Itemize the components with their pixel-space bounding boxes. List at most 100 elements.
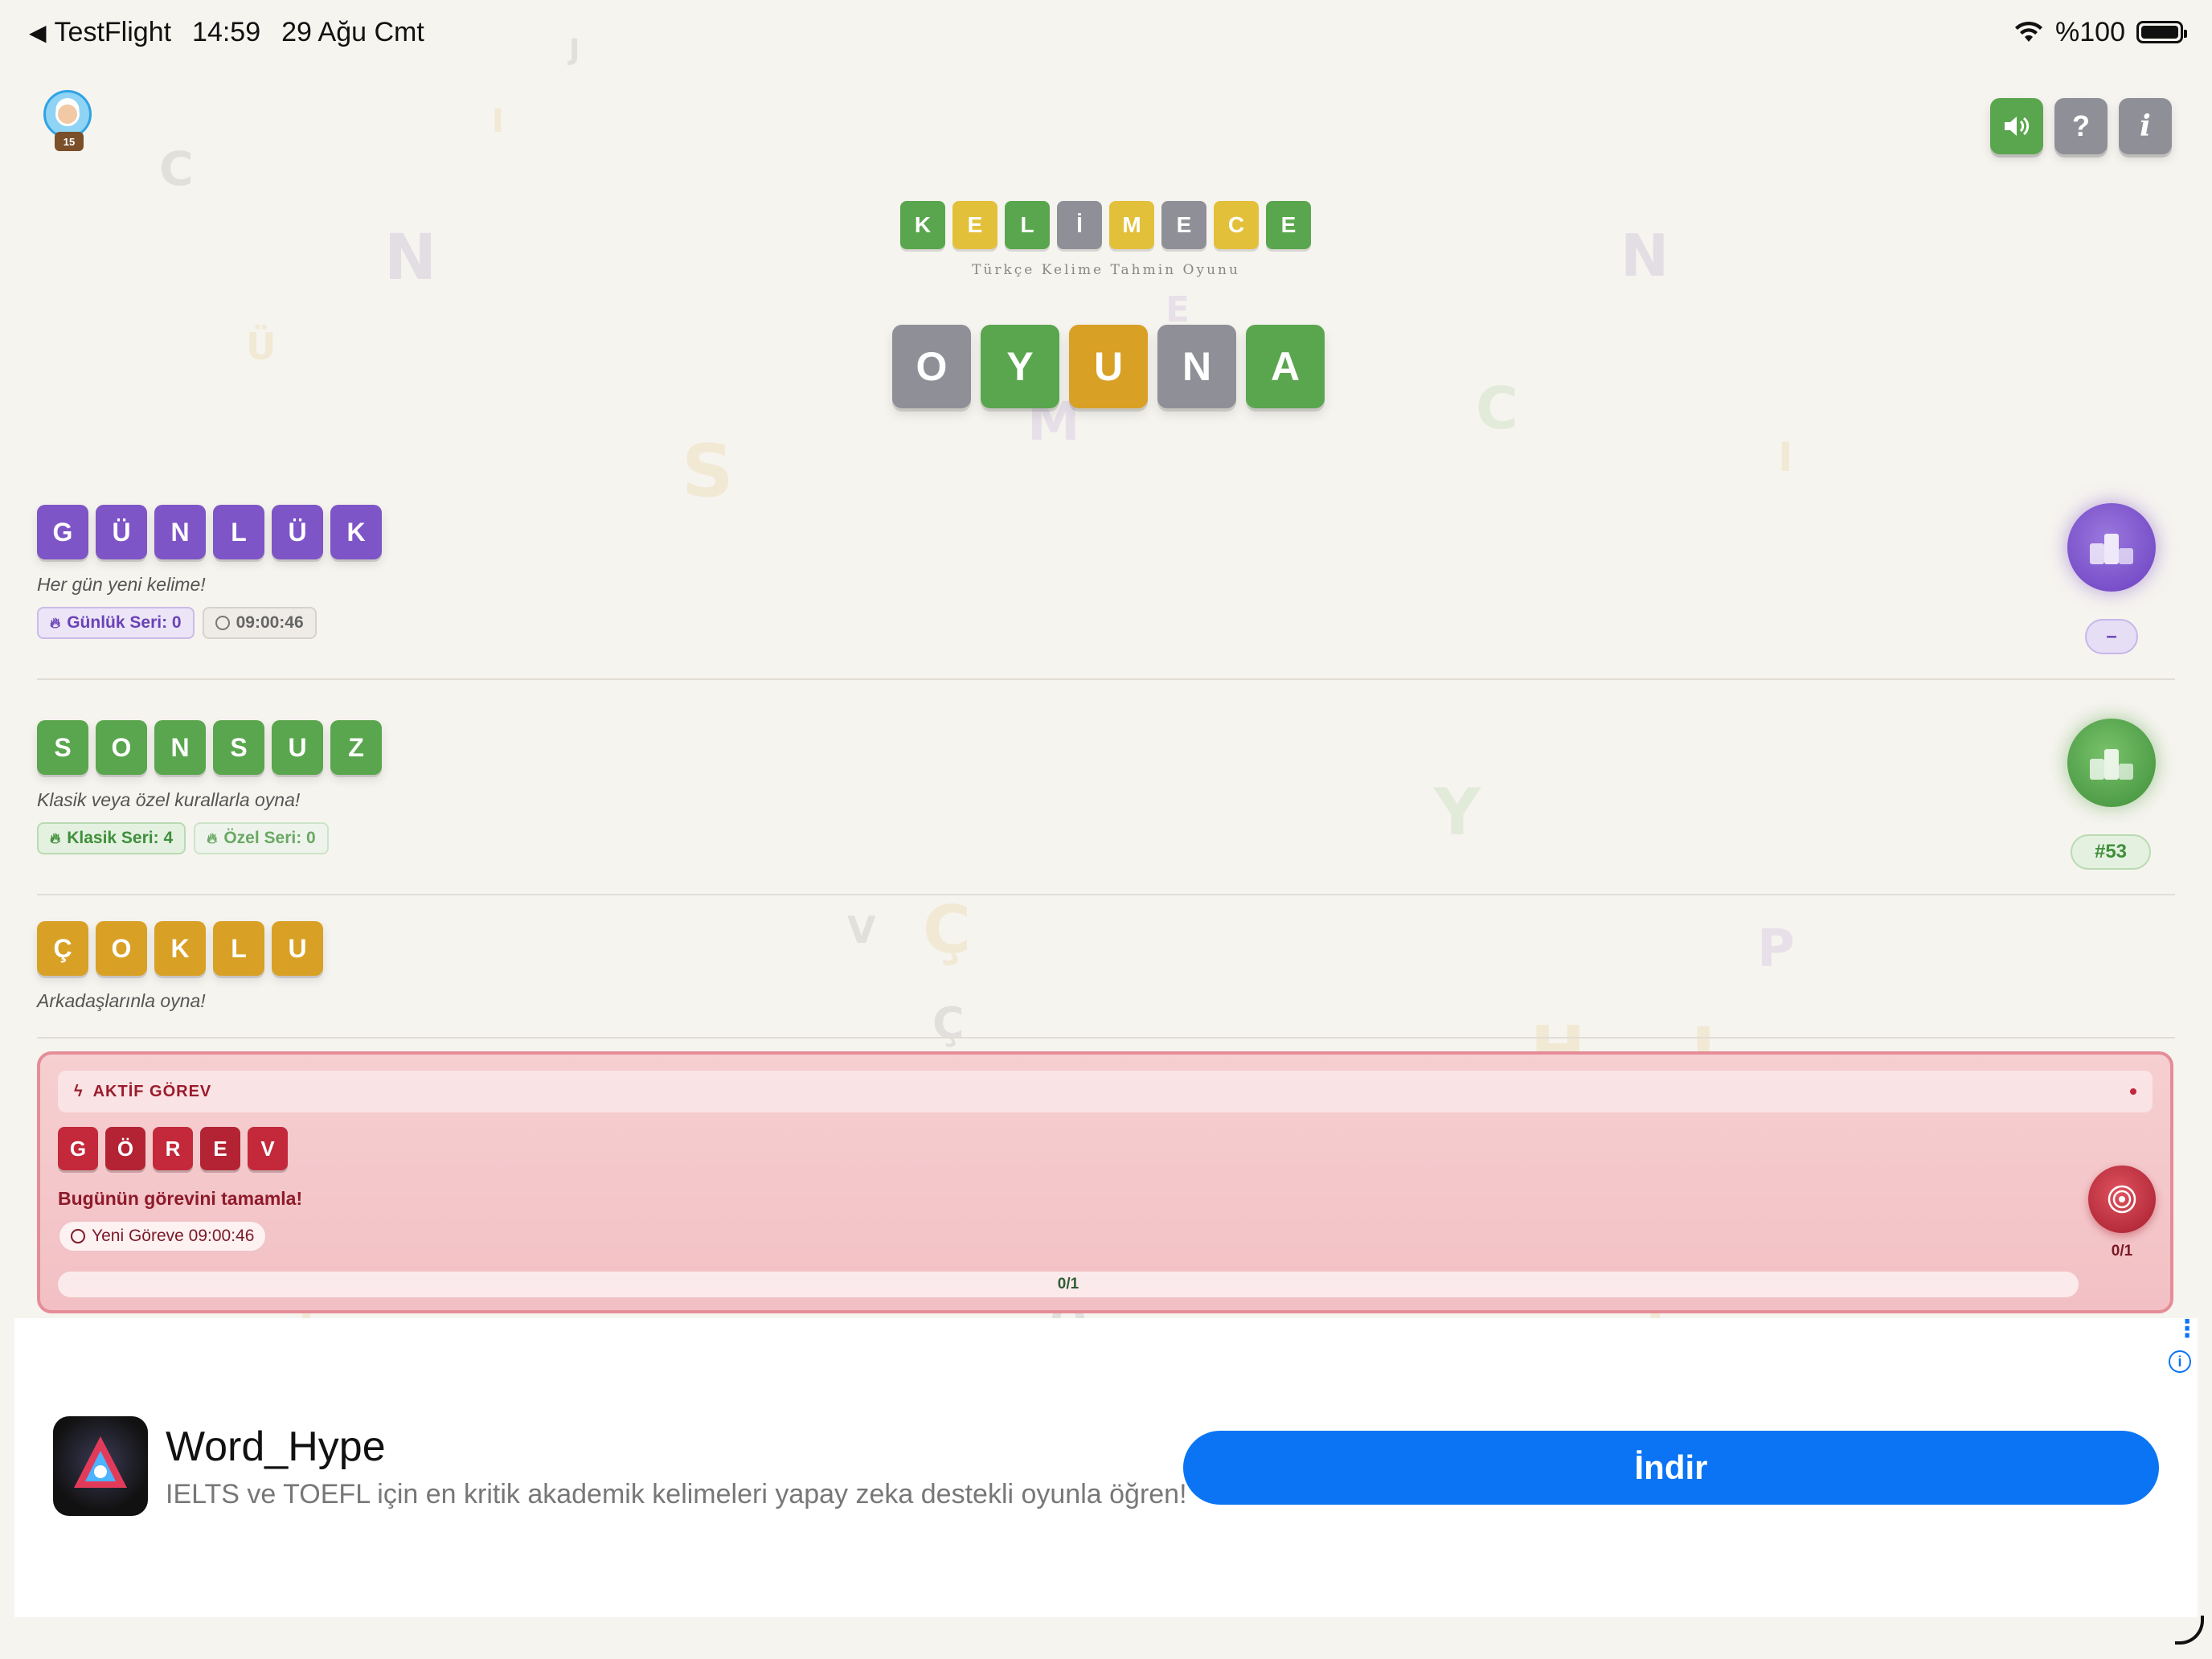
- task-progress-bar: 0/1: [58, 1272, 2079, 1297]
- bolt-icon: ϟ: [74, 1082, 84, 1100]
- play-tile: N: [1157, 325, 1236, 408]
- back-to-app-link[interactable]: ◀ TestFlight: [29, 17, 171, 48]
- daily-leaderboard-button[interactable]: [2067, 503, 2156, 592]
- endless-rank-badge: #53: [2071, 834, 2151, 870]
- podium-icon: [2090, 534, 2133, 564]
- logo-tile: E: [1161, 201, 1206, 249]
- endless-tile: N: [154, 720, 206, 775]
- multi-tiles: Ç O K L U: [37, 921, 841, 976]
- play-button[interactable]: O Y U N A: [892, 325, 1334, 408]
- divider: [37, 678, 2175, 680]
- multi-tile: U: [272, 921, 323, 976]
- sound-button[interactable]: [1990, 98, 2043, 154]
- ad-logo-icon: [74, 1436, 127, 1488]
- task-header-label: AKTİF GÖREV: [92, 1082, 212, 1100]
- multi-tile: Ç: [37, 921, 88, 976]
- endless-tile: S: [37, 720, 88, 775]
- daily-tiles: G Ü N L Ü K: [37, 505, 841, 559]
- ad-more-icon[interactable]: ⋮: [2175, 1317, 2199, 1342]
- daily-tile: Ü: [272, 505, 323, 559]
- logo-tile: C: [1214, 201, 1259, 249]
- multi-subtitle: Arkadaşlarınla oyna!: [37, 990, 206, 1011]
- avatar: [43, 90, 92, 138]
- daily-tile: N: [154, 505, 206, 559]
- ad-app-icon[interactable]: [53, 1416, 148, 1516]
- level-badge: 15: [55, 132, 84, 151]
- daily-mode[interactable]: G Ü N L Ü K Her gün yeni kelime! 🔥︎ Günl…: [37, 505, 841, 639]
- endless-tile: S: [213, 720, 264, 775]
- logo-tile: L: [1005, 201, 1050, 249]
- daily-tile: Ü: [96, 505, 147, 559]
- logo-tile: M: [1109, 201, 1154, 249]
- task-dot-icon: [2130, 1088, 2136, 1095]
- ad-banner[interactable]: Word_Hype IELTS ve TOEFL için en kritik …: [14, 1317, 2199, 1617]
- task-target-button[interactable]: [2088, 1165, 2156, 1233]
- play-tile: Y: [981, 325, 1059, 408]
- play-tile: O: [892, 325, 971, 408]
- logo-tile: K: [900, 201, 945, 249]
- daily-subtitle: Her gün yeni kelime!: [37, 574, 206, 595]
- task-tile: G: [58, 1127, 98, 1170]
- daily-streak-label: Günlük Seri: 0: [67, 613, 182, 632]
- avatar-button[interactable]: 15: [43, 90, 95, 154]
- classic-streak-label: Klasik Seri: 4: [67, 829, 174, 847]
- ad-info-icon[interactable]: i: [2169, 1350, 2191, 1373]
- help-button[interactable]: ?: [2054, 98, 2108, 154]
- ad-description: IELTS ve TOEFL için en kritik akademik k…: [166, 1479, 1187, 1509]
- back-triangle-icon: ◀: [29, 19, 47, 45]
- divider: [37, 1037, 2175, 1038]
- app-logo: K E L İ M E C E Türkçe Kelime Tahmin Oyu…: [900, 201, 1318, 278]
- multiplayer-mode[interactable]: Ç O K L U Arkadaşlarınla oyna!: [37, 921, 841, 1012]
- multi-tile: L: [213, 921, 264, 976]
- daily-timer-badge: 09:00:46: [202, 607, 317, 639]
- task-tile: V: [248, 1127, 288, 1170]
- status-time: 14:59: [192, 16, 261, 47]
- clock-icon: [71, 1229, 85, 1243]
- logo-tile: E: [1266, 201, 1311, 249]
- battery-icon: [2136, 21, 2187, 43]
- flame-icon: 🔥︎: [50, 614, 61, 631]
- endless-tile: O: [96, 720, 147, 775]
- install-button[interactable]: İndir: [1183, 1431, 2159, 1505]
- endless-tile: Z: [330, 720, 382, 775]
- daily-tile: L: [213, 505, 264, 559]
- daily-tile: K: [330, 505, 382, 559]
- status-bar: ◀ TestFlight 14:59 29 Ağu Cmt %100: [29, 14, 2187, 50]
- task-tiles: G Ö R E V: [58, 1127, 295, 1170]
- task-tile: E: [200, 1127, 240, 1170]
- wifi-icon: [2015, 21, 2043, 42]
- endless-leaderboard-button[interactable]: [2067, 719, 2156, 807]
- custom-streak-label: Özel Seri: 0: [223, 829, 316, 847]
- custom-streak-badge: 🔥︎ Özel Seri: 0: [194, 822, 329, 854]
- task-header: ϟ AKTİF GÖREV: [58, 1071, 2153, 1112]
- daily-streak-badge: 🔥︎ Günlük Seri: 0: [37, 607, 195, 639]
- logo-tile: İ: [1057, 201, 1102, 249]
- status-date: 29 Ağu Cmt: [281, 16, 424, 47]
- battery-percent: %100: [2055, 16, 2125, 47]
- task-target-count: 0/1: [2111, 1243, 2133, 1260]
- endless-tile: U: [272, 720, 323, 775]
- avatar-face-icon: [55, 102, 80, 126]
- endless-subtitle: Klasik veya özel kurallarla oyna!: [37, 789, 301, 810]
- multi-tile: O: [96, 921, 147, 976]
- task-title: Bugünün görevini tamamla!: [58, 1188, 303, 1209]
- active-task-card[interactable]: ϟ AKTİF GÖREV G Ö R E V Bugünün görevini…: [37, 1051, 2173, 1313]
- play-tile: U: [1069, 325, 1148, 408]
- task-tile: R: [153, 1127, 193, 1170]
- task-tile: Ö: [105, 1127, 145, 1170]
- logo-tiles: K E L İ M E C E: [900, 201, 1318, 249]
- logo-subtitle: Türkçe Kelime Tahmin Oyunu: [972, 262, 1240, 278]
- multi-tile: K: [154, 921, 206, 976]
- flame-icon: 🔥︎: [50, 830, 61, 846]
- daily-rank-badge: –: [2085, 619, 2138, 654]
- resize-handle-icon[interactable]: [2175, 1616, 2204, 1645]
- endless-mode[interactable]: S O N S U Z Klasik veya özel kurallarla …: [37, 720, 841, 854]
- level-number: 15: [63, 135, 76, 148]
- clock-icon: [215, 616, 230, 630]
- podium-icon: [2090, 749, 2133, 780]
- info-button[interactable]: i: [2119, 98, 2172, 154]
- daily-tile: G: [37, 505, 88, 559]
- info-icon: i: [2140, 109, 2151, 143]
- flame-icon: 🔥︎: [207, 830, 218, 846]
- daily-rank-label: –: [2106, 625, 2117, 647]
